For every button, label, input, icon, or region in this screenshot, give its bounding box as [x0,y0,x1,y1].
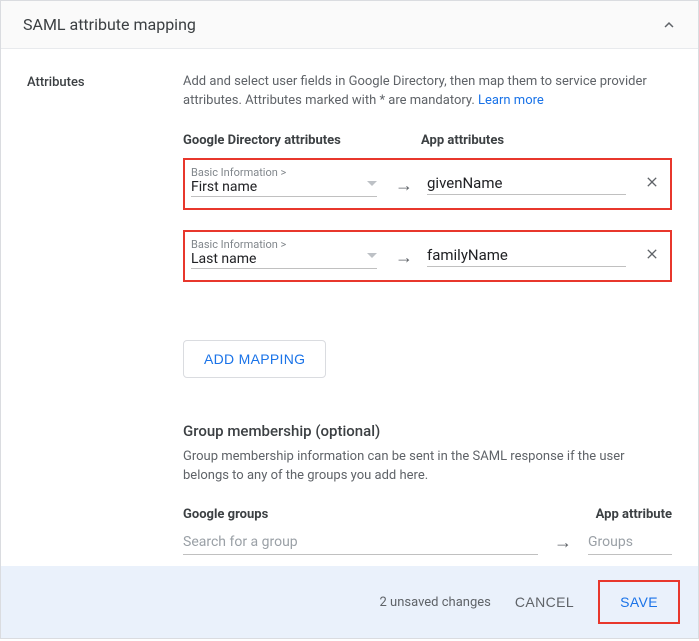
breadcrumb: Basic Information > [191,167,377,179]
panel-title: SAML attribute mapping [23,15,196,34]
arrow-right-icon: → [395,239,413,268]
group-search-input[interactable] [183,530,538,555]
group-app-attribute-value[interactable]: Groups [588,530,672,555]
save-button[interactable]: SAVE [602,588,676,616]
attributes-description: Add and select user fields in Google Dir… [183,73,672,111]
directory-attribute-select[interactable]: Basic Information > Last name [191,239,377,269]
app-attribute-input[interactable] [427,240,626,267]
directory-column-header: Google Directory attributes [183,133,411,148]
group-app-attribute-header: App attribute [596,507,672,522]
learn-more-link[interactable]: Learn more [478,93,544,108]
arrow-right-icon: → [395,167,413,196]
breadcrumb: Basic Information > [191,239,377,251]
mapping-row: Basic Information > First name → [183,158,672,210]
group-row: → Groups [183,530,672,555]
google-groups-header: Google groups [183,507,268,522]
app-column-header: App attributes [421,133,504,148]
group-membership-section: Group membership (optional) Group member… [183,422,672,556]
dropdown-icon [367,181,377,186]
mapping-row: Basic Information > Last name → [183,230,672,282]
group-title: Group membership (optional) [183,422,672,440]
directory-value: Last name [191,251,377,267]
directory-value: First name [191,179,377,195]
unsaved-changes-text: 2 unsaved changes [380,595,491,610]
saml-mapping-panel: SAML attribute mapping Attributes Add an… [0,0,699,639]
cancel-button[interactable]: CANCEL [515,594,574,610]
section-label: Attributes [27,73,153,555]
attributes-section: Add and select user fields in Google Dir… [183,73,672,555]
group-column-headers: Google groups App attribute [183,507,672,522]
dropdown-icon [367,253,377,258]
column-headers: Google Directory attributes App attribut… [183,133,672,148]
remove-mapping-button[interactable] [640,170,664,194]
remove-mapping-button[interactable] [640,242,664,266]
arrow-right-icon: → [554,532,572,553]
panel-header[interactable]: SAML attribute mapping [1,1,698,49]
panel-body: Attributes Add and select user fields in… [1,49,698,555]
footer-bar: 2 unsaved changes CANCEL SAVE [1,566,698,638]
save-highlight: SAVE [598,580,680,624]
group-description: Group membership information can be sent… [183,448,672,486]
description-text: Add and select user fields in Google Dir… [183,74,647,108]
directory-attribute-select[interactable]: Basic Information > First name [191,167,377,197]
app-attribute-input[interactable] [427,168,626,195]
chevron-up-icon[interactable] [660,16,678,34]
add-mapping-button[interactable]: ADD MAPPING [183,340,326,378]
